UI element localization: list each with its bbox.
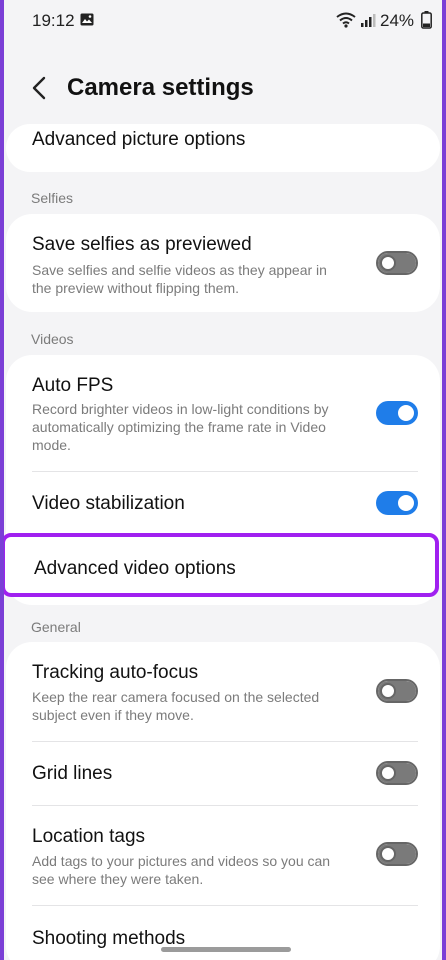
auto-fps-toggle[interactable] [376, 401, 418, 425]
video-stabilization-item[interactable]: Video stabilization [6, 472, 440, 534]
section-label-general: General [31, 619, 81, 635]
save-selfies-toggle[interactable] [376, 251, 418, 275]
gallery-notification-icon [80, 13, 94, 26]
page-title: Camera settings [67, 74, 254, 101]
status-bar: 19:12 24% [4, 0, 442, 42]
tracking-auto-focus-toggle[interactable] [376, 679, 418, 703]
app-bar: Camera settings [4, 62, 442, 114]
save-selfies-as-previewed-item[interactable]: Save selfies as previewed Save selfies a… [6, 214, 440, 312]
back-button[interactable] [26, 72, 56, 104]
location-tags-subtitle: Add tags to your pictures and videos so … [32, 853, 331, 887]
location-tags-toggle[interactable] [376, 842, 418, 866]
wifi-icon [336, 12, 356, 28]
toggle-knob [395, 402, 417, 424]
advanced-video-options-label: Advanced video options [34, 558, 236, 579]
toggle-knob [380, 765, 396, 781]
location-tags-title: Location tags [32, 826, 146, 847]
advanced-video-options-item[interactable]: Advanced video options [4, 533, 439, 597]
save-selfies-subtitle: Save selfies and selfie videos as they a… [32, 262, 327, 296]
camera-settings-screen: 19:12 24% Camera settings Advanced pictu… [4, 0, 442, 960]
battery-icon [421, 11, 432, 29]
signal-icon [361, 14, 376, 27]
video-stabilization-toggle[interactable] [376, 491, 418, 515]
auto-fps-item[interactable]: Auto FPS Record brighter videos in low-l… [6, 355, 440, 471]
toggle-knob [380, 683, 396, 699]
auto-fps-title: Auto FPS [32, 375, 114, 396]
section-label-videos: Videos [31, 331, 74, 347]
advanced-picture-options-item[interactable]: Advanced picture options [6, 124, 440, 172]
advanced-picture-card: Advanced picture options [6, 124, 440, 172]
chevron-left-icon [32, 76, 46, 100]
section-label-selfies: Selfies [31, 190, 74, 206]
advanced-picture-options-label: Advanced picture options [32, 129, 246, 150]
selfies-card: Save selfies as previewed Save selfies a… [6, 214, 440, 312]
status-time: 19:12 [32, 11, 75, 30]
battery-percentage: 24% [380, 11, 415, 30]
location-tags-item[interactable]: Location tags Add tags to your pictures … [6, 806, 440, 905]
auto-fps-subtitle: Record brighter videos in low-light cond… [32, 401, 329, 453]
tracking-auto-focus-item[interactable]: Tracking auto-focus Keep the rear camera… [6, 642, 440, 741]
grid-lines-title: Grid lines [32, 763, 113, 784]
toggle-knob [380, 846, 396, 862]
video-stabilization-title: Video stabilization [32, 493, 185, 514]
tracking-auto-focus-subtitle: Keep the rear camera focused on the sele… [32, 689, 320, 723]
grid-lines-item[interactable]: Grid lines [6, 742, 440, 805]
gesture-navigation-bar[interactable] [161, 947, 291, 952]
grid-lines-toggle[interactable] [376, 761, 418, 785]
general-card: Tracking auto-focus Keep the rear camera… [6, 642, 440, 960]
tracking-auto-focus-title: Tracking auto-focus [32, 662, 199, 683]
toggle-knob [395, 492, 417, 514]
toggle-knob [380, 255, 396, 271]
save-selfies-title: Save selfies as previewed [32, 234, 252, 255]
